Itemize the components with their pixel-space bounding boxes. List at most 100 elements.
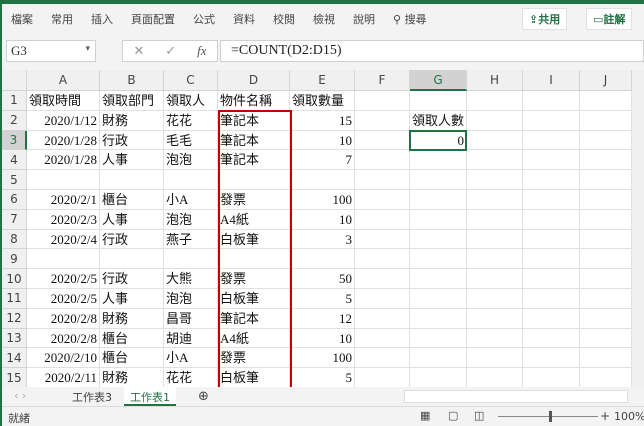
- cell-B11[interactable]: 人事: [100, 289, 164, 309]
- cancel-icon[interactable]: ✕: [133, 44, 144, 59]
- cell-E6[interactable]: 100: [290, 190, 355, 210]
- cell-D1[interactable]: 物件名稱: [218, 91, 290, 111]
- zoom-slider-thumb[interactable]: [549, 411, 552, 422]
- cell-I5[interactable]: [523, 170, 580, 190]
- cell-F9[interactable]: [355, 249, 410, 270]
- cell-F6[interactable]: [355, 190, 410, 210]
- row-header[interactable]: 5: [2, 170, 27, 190]
- cell-J3[interactable]: [580, 130, 632, 151]
- cell-B10[interactable]: 行政: [100, 269, 164, 289]
- cell-A5[interactable]: [27, 170, 100, 190]
- cell-A11[interactable]: 2020/2/5: [27, 289, 100, 309]
- cell-G4[interactable]: [410, 150, 467, 171]
- cell-I12[interactable]: [523, 308, 580, 329]
- ribbon-tab[interactable]: 檢視: [304, 11, 344, 27]
- cell-D15[interactable]: 白板筆: [218, 368, 290, 388]
- cell-D2[interactable]: 筆記本: [218, 110, 290, 131]
- cell-H2[interactable]: [467, 110, 523, 131]
- page-break-icon[interactable]: ◫: [474, 409, 484, 422]
- cell-J1[interactable]: [580, 91, 632, 111]
- column-header-E[interactable]: E: [290, 70, 355, 91]
- cell-F12[interactable]: [355, 308, 410, 329]
- cell-A3[interactable]: 2020/1/28: [27, 130, 100, 151]
- sheet-tab-active[interactable]: 工作表1: [124, 387, 176, 406]
- column-header-F[interactable]: F: [355, 70, 410, 91]
- cell-I7[interactable]: [523, 209, 580, 230]
- select-all-corner[interactable]: [2, 70, 27, 91]
- cell-C14[interactable]: 小A: [164, 348, 218, 369]
- cell-F5[interactable]: [355, 170, 410, 190]
- cell-B15[interactable]: 財務: [100, 368, 164, 388]
- cell-H8[interactable]: [467, 229, 523, 250]
- cell-A2[interactable]: 2020/1/12: [27, 110, 100, 131]
- cell-G8[interactable]: [410, 229, 467, 250]
- cell-B13[interactable]: 櫃台: [100, 328, 164, 349]
- cell-E10[interactable]: 50: [290, 269, 355, 289]
- share-button[interactable]: ⇪ 共用: [522, 8, 568, 30]
- cell-A7[interactable]: 2020/2/3: [27, 209, 100, 230]
- row-header[interactable]: 12: [2, 308, 27, 329]
- cell-C10[interactable]: 大熊: [164, 269, 218, 289]
- cell-C13[interactable]: 胡迪: [164, 328, 218, 349]
- cell-D7[interactable]: A4紙: [218, 209, 290, 230]
- cell-A14[interactable]: 2020/2/10: [27, 348, 100, 369]
- cell-D14[interactable]: 發票: [218, 348, 290, 369]
- cell-J8[interactable]: [580, 229, 632, 250]
- column-header-B[interactable]: B: [100, 70, 164, 91]
- cell-A9[interactable]: [27, 249, 100, 270]
- cell-G11[interactable]: [410, 289, 467, 309]
- check-icon[interactable]: ✓: [165, 44, 176, 59]
- cell-F1[interactable]: [355, 91, 410, 111]
- zoom-slider[interactable]: [498, 416, 598, 417]
- sheet-tab[interactable]: 工作表3: [66, 387, 118, 406]
- cell-H7[interactable]: [467, 209, 523, 230]
- cell-B6[interactable]: 櫃台: [100, 190, 164, 210]
- cell-D10[interactable]: 發票: [218, 269, 290, 289]
- cell-A13[interactable]: 2020/2/8: [27, 328, 100, 349]
- cell-H9[interactable]: [467, 249, 523, 270]
- cell-F10[interactable]: [355, 269, 410, 289]
- column-header-G[interactable]: G: [410, 70, 467, 91]
- column-header-J[interactable]: J: [580, 70, 632, 91]
- cell-G15[interactable]: [410, 368, 467, 388]
- ribbon-tab[interactable]: 插入: [82, 11, 122, 27]
- cell-H5[interactable]: [467, 170, 523, 190]
- cell-J10[interactable]: [580, 269, 632, 289]
- ribbon-tab[interactable]: 公式: [184, 11, 224, 27]
- name-box[interactable]: G3 ▾: [6, 40, 96, 62]
- cell-I10[interactable]: [523, 269, 580, 289]
- cell-D6[interactable]: 發票: [218, 190, 290, 210]
- column-header-D[interactable]: D: [218, 70, 290, 91]
- cell-J9[interactable]: [580, 249, 632, 270]
- ribbon-tab[interactable]: 資料: [224, 11, 264, 27]
- cell-H3[interactable]: [467, 130, 523, 151]
- row-header[interactable]: 2: [2, 110, 27, 131]
- cell-G3[interactable]: 0: [410, 130, 467, 151]
- row-header[interactable]: 11: [2, 289, 27, 309]
- ribbon-tab[interactable]: 說明: [344, 11, 384, 27]
- row-header[interactable]: 13: [2, 328, 27, 349]
- cell-I13[interactable]: [523, 328, 580, 349]
- cell-F8[interactable]: [355, 229, 410, 250]
- cell-C12[interactable]: 昌哥: [164, 308, 218, 329]
- column-header-C[interactable]: C: [164, 70, 218, 91]
- cell-H6[interactable]: [467, 190, 523, 210]
- cell-H15[interactable]: [467, 368, 523, 388]
- cell-J11[interactable]: [580, 289, 632, 309]
- cell-J13[interactable]: [580, 328, 632, 349]
- cell-C8[interactable]: 燕子: [164, 229, 218, 250]
- horizontal-scrollbar[interactable]: [404, 390, 628, 403]
- cell-C1[interactable]: 領取人: [164, 91, 218, 111]
- cell-E12[interactable]: 12: [290, 308, 355, 329]
- normal-view-icon[interactable]: ▦: [420, 409, 430, 422]
- cell-G10[interactable]: [410, 269, 467, 289]
- cell-G12[interactable]: [410, 308, 467, 329]
- cell-B12[interactable]: 財務: [100, 308, 164, 329]
- cell-G5[interactable]: [410, 170, 467, 190]
- cell-G14[interactable]: [410, 348, 467, 369]
- cell-H11[interactable]: [467, 289, 523, 309]
- cell-G2[interactable]: 領取人數: [410, 110, 467, 131]
- ribbon-tab[interactable]: 常用: [42, 11, 82, 27]
- column-header-H[interactable]: H: [467, 70, 523, 91]
- cell-H13[interactable]: [467, 328, 523, 349]
